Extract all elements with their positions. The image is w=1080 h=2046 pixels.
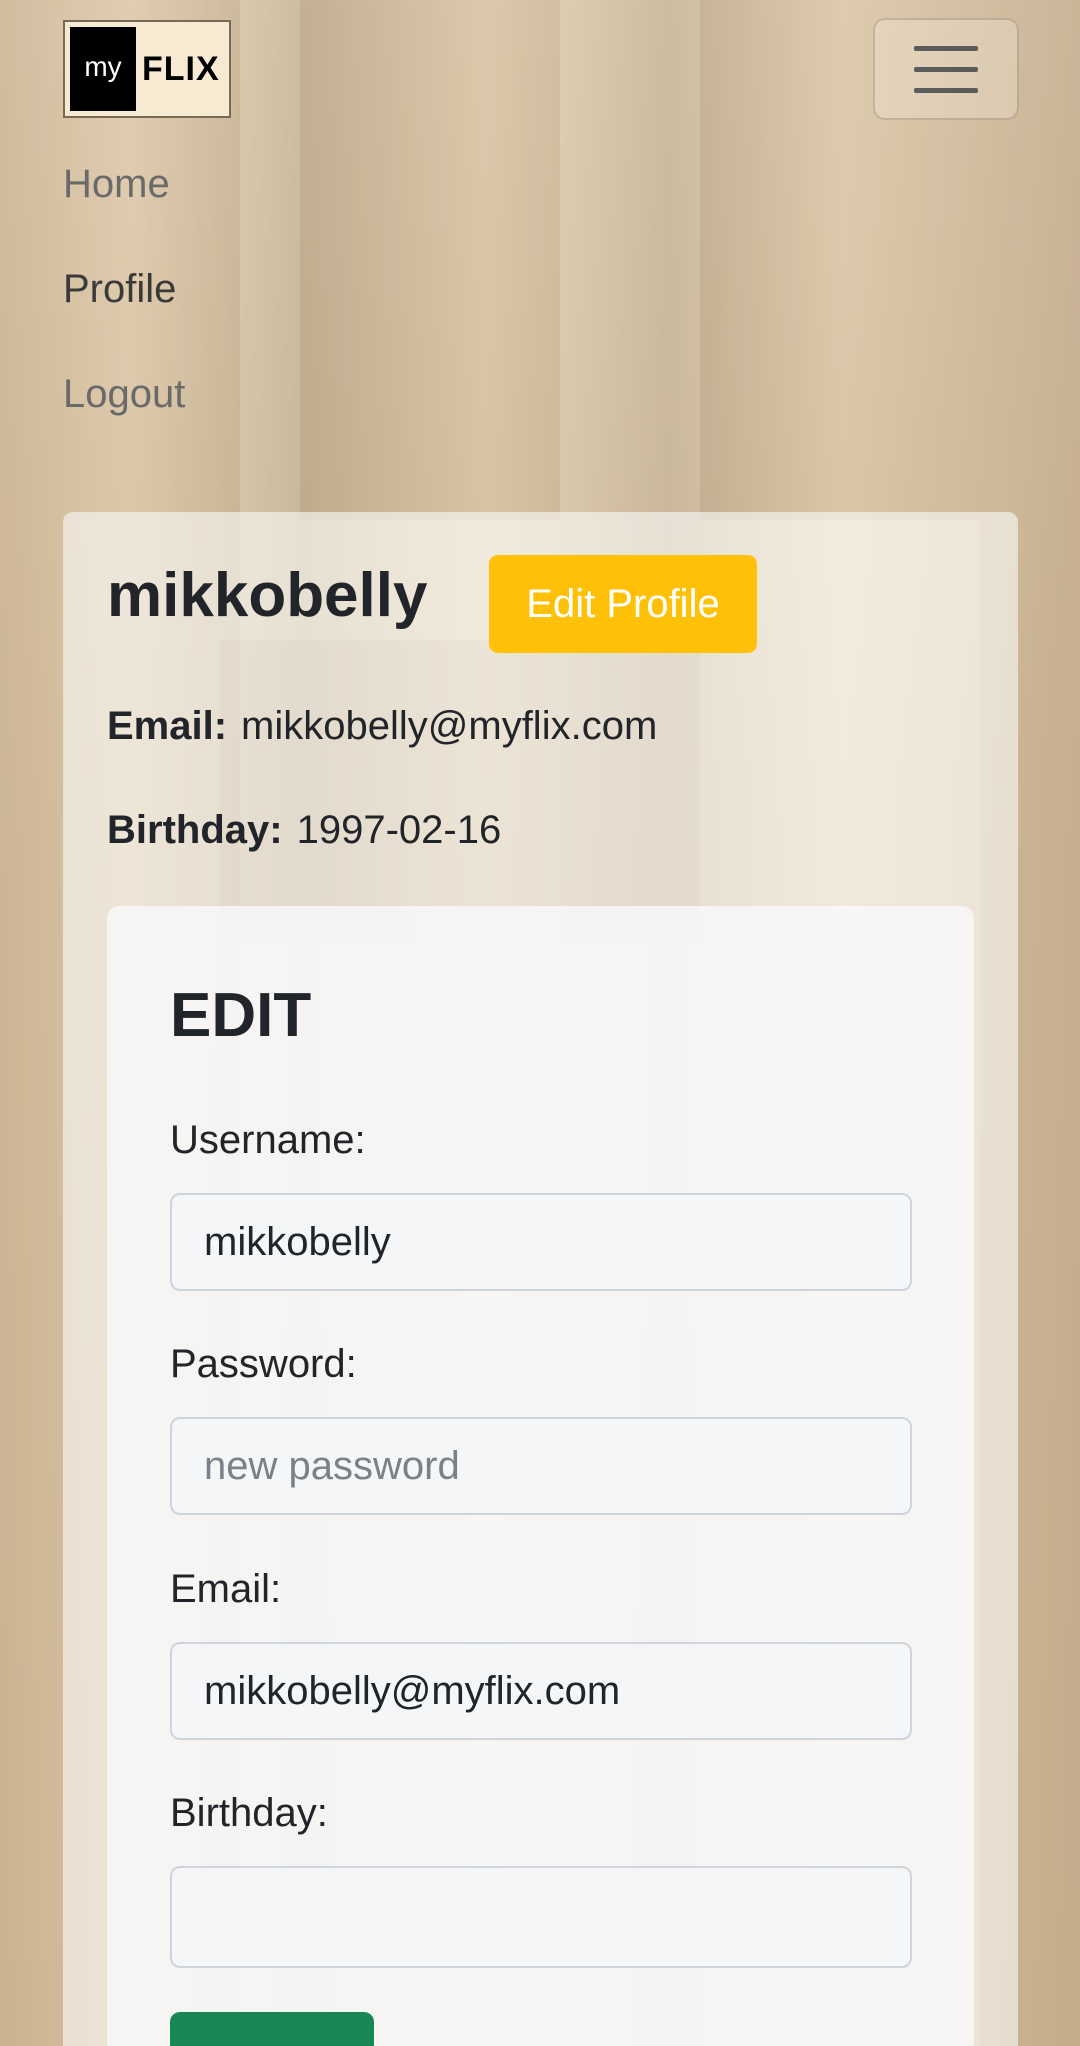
email-label: Email: bbox=[107, 704, 228, 748]
password-field-label: Password: bbox=[170, 1342, 357, 1386]
profile-email-row: Email: mikkobelly@myflix.com bbox=[107, 704, 657, 749]
hamburger-line bbox=[914, 87, 978, 93]
logo-flix-text: FLIX bbox=[142, 49, 220, 88]
password-input[interactable] bbox=[170, 1417, 912, 1515]
email-field-label: Email: bbox=[170, 1567, 282, 1611]
profile-username: mikkobelly bbox=[107, 561, 428, 630]
birthday-field-label: Birthday: bbox=[170, 1791, 328, 1835]
nav-link-profile[interactable]: Profile bbox=[63, 267, 176, 312]
nav-link-logout[interactable]: Logout bbox=[63, 372, 185, 417]
menu-toggle-button[interactable] bbox=[873, 18, 1019, 120]
birthday-label: Birthday: bbox=[107, 808, 283, 852]
hamburger-line bbox=[914, 45, 978, 51]
edit-form-heading: EDIT bbox=[170, 981, 312, 1050]
email-input[interactable] bbox=[170, 1642, 912, 1740]
edit-profile-button[interactable]: Edit Profile bbox=[489, 555, 757, 653]
profile-birthday-row: Birthday: 1997-02-16 bbox=[107, 808, 501, 853]
email-value: mikkobelly@myflix.com bbox=[241, 704, 658, 748]
birthday-value: 1997-02-16 bbox=[296, 808, 502, 852]
username-input[interactable] bbox=[170, 1193, 912, 1291]
nav-link-home[interactable]: Home bbox=[63, 162, 170, 207]
username-field-label: Username: bbox=[170, 1118, 366, 1162]
hamburger-line bbox=[914, 66, 978, 72]
birthday-input[interactable] bbox=[170, 1866, 912, 1968]
submit-button[interactable] bbox=[170, 2012, 374, 2046]
logo-my-text: my bbox=[70, 27, 136, 111]
brand-logo[interactable]: my FLIX bbox=[63, 20, 231, 118]
